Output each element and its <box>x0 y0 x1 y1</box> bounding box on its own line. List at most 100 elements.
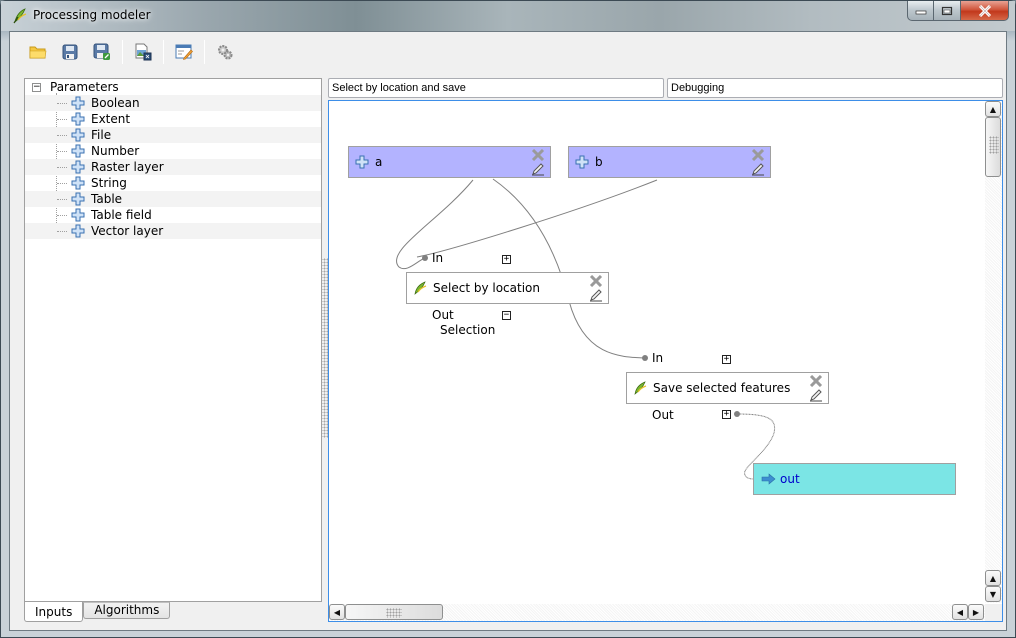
arrow-right-icon <box>761 473 776 485</box>
delete-icon[interactable] <box>531 149 545 161</box>
vertical-scrollbar[interactable]: ▲ ▲ ▼ <box>985 101 1002 603</box>
maximize-icon <box>941 6 953 15</box>
edit-pencil-icon[interactable] <box>751 162 765 176</box>
param-node-a[interactable]: a <box>348 146 551 178</box>
scrollbar-corner <box>985 604 1002 621</box>
input-port-label: In <box>432 251 444 265</box>
tree-root-parameters[interactable]: − Parameters <box>25 79 321 95</box>
qgis-app-icon <box>13 8 27 24</box>
title-bar[interactable]: Processing modeler <box>1 1 1015 31</box>
tree-connector <box>57 119 67 120</box>
folder-open-icon <box>29 46 47 59</box>
output-node-out[interactable]: out <box>753 463 956 495</box>
link-a-to-save-in <box>492 178 646 359</box>
tree-item-label: Table field <box>91 208 152 222</box>
param-node-b[interactable]: b <box>568 146 771 178</box>
algorithm-node-save-selected-features[interactable]: Save selected features <box>626 372 829 404</box>
algorithm-node-select-by-location[interactable]: Select by location <box>406 272 609 304</box>
horizontal-scrollbar[interactable]: ◀ ◀ ▶ <box>329 604 985 621</box>
tree-item-raster-layer[interactable]: Raster layer <box>25 159 321 175</box>
port-dot-save-in[interactable] <box>642 355 648 361</box>
collapse-toggle[interactable]: − <box>32 83 41 92</box>
tab-algorithms[interactable]: Algorithms <box>83 602 171 619</box>
plus-icon <box>355 155 369 169</box>
save-as-icon <box>93 43 110 60</box>
plus-icon <box>71 144 85 158</box>
open-model-button[interactable] <box>26 40 50 64</box>
scroll-up-button-lower[interactable]: ▲ <box>985 570 1001 586</box>
param-node-label: a <box>375 155 383 169</box>
scroll-left-button-right[interactable]: ◀ <box>952 604 968 620</box>
plus-icon <box>71 224 85 238</box>
tree-item-table-field[interactable]: Table field <box>25 207 321 223</box>
horizontal-scroll-thumb[interactable] <box>345 604 443 620</box>
input-port-label: In <box>652 351 664 365</box>
tree-connector <box>57 167 67 168</box>
delete-icon[interactable] <box>751 149 765 161</box>
input-expand-toggle[interactable]: + <box>502 255 511 264</box>
plus-icon <box>71 192 85 206</box>
plus-icon <box>71 208 85 222</box>
arrow-down-icon: ▼ <box>989 589 997 599</box>
tab-inputs[interactable]: Inputs <box>24 602 84 622</box>
plus-icon <box>71 160 85 174</box>
param-node-label: b <box>595 155 603 169</box>
tree-item-extent[interactable]: Extent <box>25 111 321 127</box>
model-canvas[interactable]: a b In + Select by location Out − Select… <box>329 101 985 603</box>
port-dot-save-out[interactable] <box>734 411 740 417</box>
algorithm-node-label: Save selected features <box>653 381 791 395</box>
export-image-button[interactable] <box>131 40 155 64</box>
toolbar-separator <box>204 40 205 64</box>
tree-item-vector-layer[interactable]: Vector layer <box>25 223 321 239</box>
output-expand-toggle[interactable]: + <box>722 410 731 419</box>
tree-connector <box>57 135 67 136</box>
input-expand-toggle[interactable]: + <box>722 355 731 364</box>
plus-icon <box>71 96 85 110</box>
scroll-down-button[interactable]: ▼ <box>985 586 1001 602</box>
output-port-label: Out <box>652 408 674 422</box>
maximize-button[interactable] <box>934 1 961 21</box>
edit-pencil-icon[interactable] <box>589 288 603 302</box>
tree-item-file[interactable]: File <box>25 127 321 143</box>
minimize-button[interactable] <box>907 1 934 21</box>
model-name-input[interactable]: Select by location and save <box>328 78 664 98</box>
port-dot-select-in[interactable] <box>422 255 428 261</box>
tree-item-string[interactable]: String <box>25 175 321 191</box>
tree-item-number[interactable]: Number <box>25 143 321 159</box>
output-collapse-toggle[interactable]: − <box>502 311 511 320</box>
tree-item-label: Boolean <box>91 96 140 110</box>
model-canvas-view: a b In + Select by location Out − Select… <box>328 100 1003 622</box>
scroll-right-button[interactable]: ▶ <box>968 604 984 620</box>
vertical-scroll-thumb[interactable] <box>985 117 1001 177</box>
plus-icon <box>71 176 85 190</box>
save-as-model-button[interactable] <box>90 40 114 64</box>
edit-pencil-icon[interactable] <box>531 162 545 176</box>
arrow-left-icon: ◀ <box>956 607 964 617</box>
tree-item-label: Vector layer <box>91 224 164 238</box>
scroll-left-button[interactable]: ◀ <box>329 604 345 620</box>
tree-connector <box>57 183 67 184</box>
delete-icon[interactable] <box>809 375 823 387</box>
close-button[interactable] <box>961 1 1009 21</box>
plus-icon <box>71 112 85 126</box>
model-group-input[interactable]: Debugging <box>667 78 1003 98</box>
grip-icon <box>386 608 402 618</box>
scroll-up-button[interactable]: ▲ <box>985 101 1001 117</box>
grip-icon <box>989 136 999 154</box>
tree-connector <box>57 231 67 232</box>
output-detail-label: Selection <box>440 323 496 337</box>
plus-icon <box>575 155 589 169</box>
output-node-label: out <box>780 472 800 486</box>
tree-item-boolean[interactable]: Boolean <box>25 95 321 111</box>
save-model-button[interactable] <box>58 40 82 64</box>
edit-help-icon <box>175 44 193 60</box>
arrow-left-icon: ◀ <box>333 607 341 617</box>
tree-item-table[interactable]: Table <box>25 191 321 207</box>
close-icon <box>978 4 991 17</box>
run-model-button[interactable] <box>213 40 237 64</box>
edit-help-button[interactable] <box>172 40 196 64</box>
edit-pencil-icon[interactable] <box>809 388 823 402</box>
left-tabs: Inputs Algorithms <box>24 602 171 622</box>
delete-icon[interactable] <box>589 275 603 287</box>
tree-connector <box>57 151 67 152</box>
